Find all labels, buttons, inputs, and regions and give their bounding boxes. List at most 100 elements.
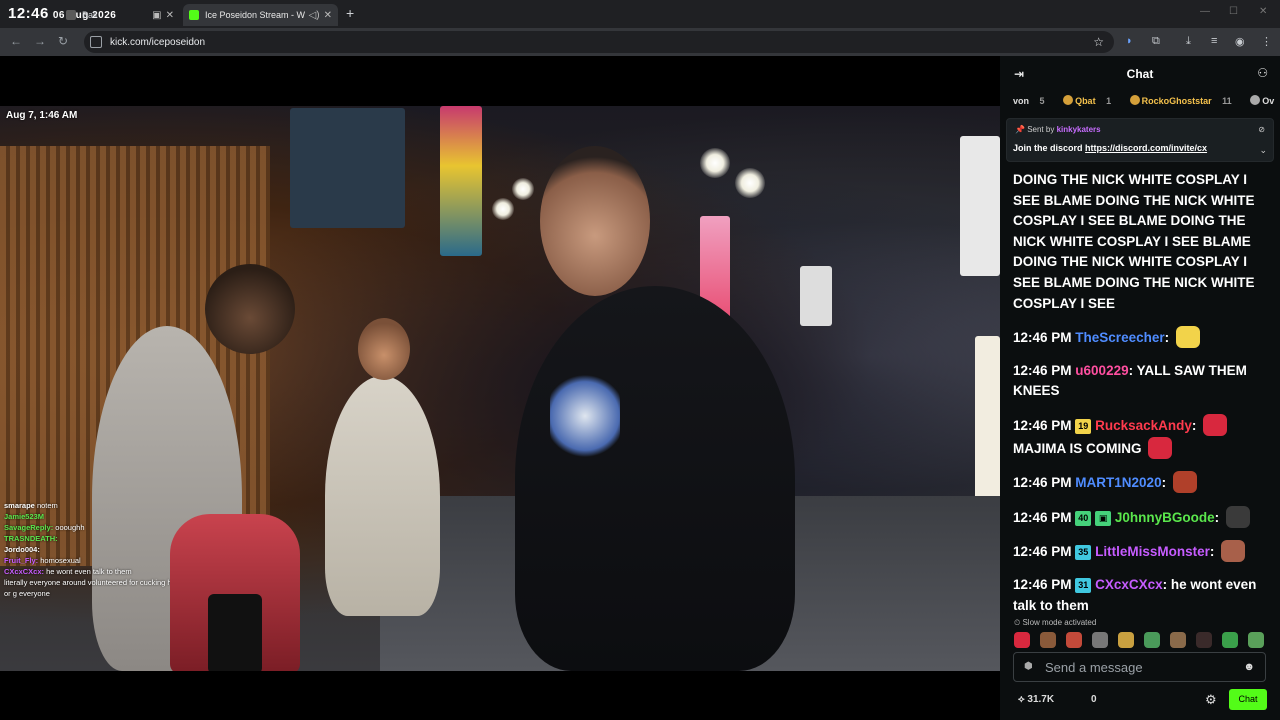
coin-icon [1129,95,1140,105]
coin-icon [1250,95,1261,105]
address-bar-row: ← → ↻ kick.com/iceposeidon ☆ ◗ ⧉ ⤓ ≡ ◉ ⋮ [0,28,1280,56]
pinned-text: Join the discord https://discord.com/inv… [1013,143,1208,153]
tab-ball[interactable]: Ball ▣ ✕ [60,4,180,26]
sub-badge: 40 [1075,510,1092,526]
chat-send-button[interactable]: Chat [1229,689,1267,710]
url-field[interactable]: kick.com/iceposeidon ☆ [84,31,1114,53]
overlay-chat-line: smarape notem [4,501,58,510]
top-gifters-bar: von 5 Qbat 1 RockoGhoststar 11 Ov [1013,95,1275,109]
extension-icon[interactable]: ◗ [1126,35,1133,47]
chat-username[interactable]: RucksackAndy [1095,418,1192,433]
shop-sign [800,266,832,326]
chat-title: Chat [1126,67,1154,81]
slow-mode-notice: ⏲ Slow mode activated [1014,618,1097,627]
shield-icon: ⬢ [1024,661,1033,672]
coin-icon [1063,95,1074,105]
sub-badge: 19 [1075,418,1092,434]
street-lamp [735,168,765,198]
person-head [205,264,295,354]
collapse-chat-icon[interactable]: ⇥ [1014,67,1024,81]
viewer-count: ⟡ 31.7K [1018,694,1055,705]
close-window-button[interactable]: ✕ [1259,6,1267,17]
update-sign [290,108,405,228]
chat-message: 12:46 PM 35 LittleMissMonster: [1013,540,1268,563]
sub-badge: 35 [1075,545,1092,561]
street-lamp [492,198,514,220]
media-control-icon[interactable]: ≡ [1211,35,1217,47]
forward-icon[interactable]: → [34,34,46,48]
extensions-puzzle-icon[interactable]: ⧉ [1152,35,1160,48]
emote-icon [1175,326,1200,349]
emote-icon[interactable] [1144,632,1160,648]
video-timestamp: Aug 7, 1:46 AM [6,110,78,121]
new-tab-button[interactable]: + [346,5,354,21]
chat-username[interactable]: u600229 [1075,363,1128,378]
maximize-button[interactable]: ☐ [1229,6,1238,17]
chat-message: 12:46 PM u600229: YALL SAW THEM KNEES [1013,362,1247,399]
users-icon[interactable]: ⚇ [1257,66,1268,80]
site-info-icon[interactable] [90,36,102,48]
gifter-item[interactable]: Ov [1250,95,1275,106]
chat-username[interactable]: MART1N2020 [1075,475,1161,490]
speaker-icon[interactable]: ◁) [309,10,320,21]
chat-username[interactable]: CXcxCXcx [1095,577,1163,592]
back-icon[interactable]: ← [10,34,22,48]
overlay-chat-line: SavageReply: oooughh [4,523,85,532]
emote-icon[interactable] [1222,632,1238,648]
emote-icon[interactable] [1196,632,1212,648]
pinned-message[interactable]: 📌 Sent by kinkykaters ⊘ Join the discord… [1006,118,1274,162]
chat-message: 12:46 PM 31 CXcxCXcx: he wont even talk … [1013,576,1257,613]
emote-icon[interactable] [1014,632,1030,648]
discord-link[interactable]: https://discord.com/invite/cx [1085,143,1207,153]
tab-ice-poseidon-stream[interactable]: Ice Poseidon Stream - Watc ◁) ✕ [183,4,338,26]
chat-message: DOING THE NICK WHITE COSPLAY I SEE BLAME… [1013,172,1255,311]
chat-message: 12:46 PM MART1N2020: [1013,471,1268,494]
overlay-chat-line: Jamie523M [4,512,45,521]
gifter-item[interactable]: Qbat 1 [1063,95,1119,106]
gifter-item[interactable]: RockoGhoststar 11 [1129,95,1240,106]
reload-icon[interactable]: ↻ [58,34,68,48]
emote-icon [1221,540,1246,563]
unpin-icon[interactable]: ⊘ [1258,125,1265,134]
close-tab-icon[interactable]: ✕ [324,10,332,21]
emoji-icon[interactable]: ☻ [1243,661,1255,673]
chat-message: 12:46 PM 19 RucksackAndy: MAJIMA IS COMI… [1013,413,1268,459]
emote-icon[interactable] [1248,632,1264,648]
emote-icon [1172,471,1197,494]
browser-tab-bar: 12:46 06 Aug 2026 Ball ▣ ✕ Ice Poseidon S… [0,0,1280,28]
download-icon[interactable]: ⤓ [1186,35,1191,48]
gear-icon[interactable]: ⚙ [1205,692,1217,708]
person-white-tee [325,376,440,616]
chat-footer: ⟡ 31.7K 0 ⚙ Chat [1000,686,1280,714]
chat-username[interactable]: LittleMissMonster [1095,544,1210,559]
message-input[interactable]: ⬢ Send a message ☻ [1013,652,1266,682]
close-tab-icon[interactable]: ✕ [166,10,174,21]
menu-icon[interactable]: ⋮ [1261,35,1272,48]
chat-username[interactable]: J0hnnyBGoode [1115,510,1215,525]
chevron-down-icon[interactable]: ⌄ [1259,145,1267,156]
vertical-sign [440,106,482,256]
gifter-item[interactable]: von 5 [1013,96,1053,106]
emote-icon [1148,436,1173,459]
emote-icon[interactable] [1040,632,1056,648]
sub-badge: 31 [1075,577,1092,593]
chat-header: ⇥ Chat ⚇ [1000,56,1280,92]
emote-icon[interactable] [1092,632,1108,648]
tab-media-icon: ▣ [152,9,162,21]
profile-icon[interactable]: ◉ [1235,35,1245,48]
tab-favicon-icon [66,10,76,20]
street-lamp [512,178,534,200]
video-player[interactable]: Aug 7, 1:46 AM smarape notem Jamie523M S… [0,106,1000,671]
gaming-chair [170,514,300,671]
emote-icon[interactable] [1066,632,1082,648]
minimize-button[interactable]: — [1200,6,1210,17]
street-lamp [700,148,730,178]
chat-username[interactable]: TheScreecher [1075,330,1164,345]
emote-icon[interactable] [1118,632,1134,648]
emote-icon [1225,505,1250,528]
points-count: 0 [1091,694,1097,705]
bookmark-star-icon[interactable]: ☆ [1093,35,1104,49]
pinned-sender: 📌 Sent by kinkykaters [1015,125,1101,134]
emote-icon[interactable] [1170,632,1186,648]
emote-quick-bar [1014,632,1270,648]
